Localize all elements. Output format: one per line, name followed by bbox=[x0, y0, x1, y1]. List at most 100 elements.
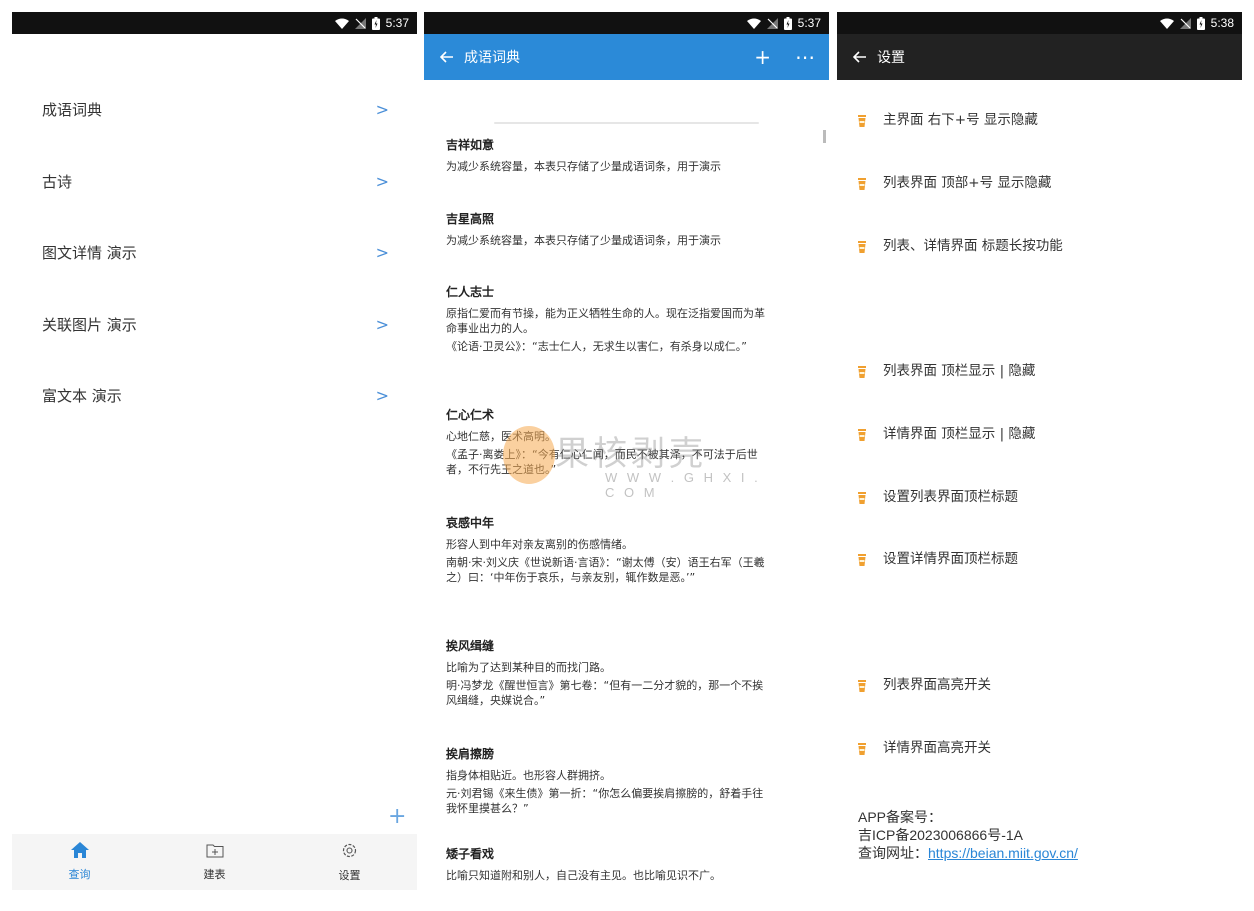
list-item[interactable]: 哀感中年 形容人到中年对亲友离别的伤感情绪。 南朝·宋·刘义庆《世说新语·言语》… bbox=[446, 514, 829, 637]
back-arrow-icon[interactable] bbox=[439, 47, 462, 68]
cup-icon bbox=[857, 551, 867, 566]
add-button[interactable]: + bbox=[388, 806, 406, 828]
scrollbar[interactable] bbox=[823, 130, 826, 143]
setting-item-detail-highlight[interactable]: 详情界面高亮开关 bbox=[857, 736, 991, 756]
page-title[interactable]: 成语词典 bbox=[464, 47, 730, 67]
menu-item-rich-text-demo[interactable]: 富文本 演示 > bbox=[12, 360, 417, 432]
idiom-meaning: 比喻为了达到某种目的而找门路。 bbox=[446, 661, 611, 674]
chevron-right-icon: > bbox=[375, 314, 389, 334]
no-signal-icon bbox=[766, 17, 778, 29]
idiom-list: 吉祥如意 为减少系统容量，本表只存储了少量成语词条，用于演示 吉星高照 为减少系… bbox=[424, 124, 829, 890]
battery-icon bbox=[1196, 16, 1205, 30]
page-title: 设置 bbox=[877, 50, 905, 66]
beian-number: 吉ICP备2023006866号-1A bbox=[858, 827, 1023, 843]
nav-tab-query[interactable]: 查询 bbox=[12, 834, 147, 890]
idiom-source: 南朝·宋·刘义庆《世说新语·言语》：“谢太傅（安）语王右军（王羲之）曰：‘中年伤… bbox=[446, 556, 765, 584]
idiom-name: 仁人志士 bbox=[446, 285, 495, 299]
back-arrow-icon[interactable] bbox=[852, 47, 875, 68]
setting-label: 详情界面高亮开关 bbox=[883, 740, 991, 756]
setting-item-detail-topbar-toggle[interactable]: 详情界面 顶栏显示 | 隐藏 bbox=[857, 422, 1035, 442]
nav-tab-build-table[interactable]: 建表 bbox=[147, 834, 282, 890]
beian-label: APP备案号： bbox=[858, 809, 943, 825]
idiom-name: 吉祥如意 bbox=[446, 138, 495, 152]
idiom-meaning: 形容人到中年对亲友离别的伤感情绪。 bbox=[446, 538, 633, 551]
nav-label: 查询 bbox=[68, 868, 91, 881]
app-bar: 成语词典 + ⋯ bbox=[424, 34, 829, 80]
setting-item-home-plus-toggle[interactable]: 主界面 右下+号 显示隐藏 bbox=[857, 108, 1038, 128]
idiom-name: 矮子看戏 bbox=[446, 847, 495, 861]
no-signal-icon bbox=[354, 17, 366, 29]
setting-label: 设置详情界面顶栏标题 bbox=[883, 551, 1018, 567]
status-bar: 5:38 bbox=[837, 12, 1242, 34]
status-time: 5:38 bbox=[1210, 16, 1234, 30]
setting-label: 详情界面 顶栏显示 | 隐藏 bbox=[883, 426, 1036, 442]
idiom-name: 挨风缉缝 bbox=[446, 639, 495, 653]
add-icon[interactable]: + bbox=[754, 47, 771, 67]
status-bar: 5:37 bbox=[12, 12, 417, 34]
cup-icon bbox=[857, 238, 867, 253]
idiom-source: 《论语·卫灵公》：“志士仁人，无求生以害仁，有杀身以成仁。” bbox=[446, 340, 747, 353]
idiom-name: 吉星高照 bbox=[446, 212, 495, 226]
cup-icon bbox=[857, 677, 867, 692]
menu-item-ancient-poems[interactable]: 古诗 > bbox=[12, 146, 417, 218]
nav-label: 设置 bbox=[338, 868, 361, 882]
no-signal-icon bbox=[1179, 17, 1191, 29]
idiom-meaning: 为减少系统容量，本表只存储了少量成语词条，用于演示 bbox=[446, 160, 721, 173]
cup-icon bbox=[857, 363, 867, 378]
setting-item-list-highlight[interactable]: 列表界面高亮开关 bbox=[857, 673, 991, 693]
cup-icon bbox=[857, 426, 867, 441]
list-item[interactable]: 吉星高照 为减少系统容量，本表只存储了少量成语词条，用于演示 bbox=[446, 210, 829, 283]
battery-icon bbox=[371, 16, 380, 30]
menu-item-linked-image-demo[interactable]: 关联图片 演示 > bbox=[12, 289, 417, 361]
nav-label: 建表 bbox=[203, 867, 226, 881]
menu-item-label: 关联图片 演示 bbox=[42, 315, 137, 334]
beian-info: APP备案号： 吉ICP备2023006866号-1A 查询网址：https:/… bbox=[858, 808, 1078, 862]
idiom-source: 元·刘君锡《来生债》第一折：“你怎么偏要挨肩擦膀的，舒着手往我怀里摸甚么？” bbox=[446, 787, 764, 815]
idiom-name: 挨肩擦膀 bbox=[446, 747, 495, 761]
menu-item-idiom-dictionary[interactable]: 成语词典 > bbox=[12, 74, 417, 146]
cup-icon bbox=[857, 112, 867, 127]
setting-label: 主界面 右下+号 显示隐藏 bbox=[883, 112, 1038, 128]
idiom-source: 《孟子·离娄上》：“今有仁心仁闻，而民不被其泽，不可法于后世者，不行先王之道也。… bbox=[446, 448, 758, 476]
setting-item-list-topbar-toggle[interactable]: 列表界面 顶栏显示 | 隐藏 bbox=[857, 359, 1035, 379]
list-item[interactable]: 吉祥如意 为减少系统容量，本表只存储了少量成语词条，用于演示 bbox=[446, 136, 829, 210]
bottom-nav: 查询 建表 设置 bbox=[12, 834, 417, 890]
chevron-right-icon: > bbox=[375, 171, 389, 191]
menu-list: 成语词典 > 古诗 > 图文详情 演示 > 关联图片 演示 > 富文本 演示 > bbox=[12, 74, 417, 432]
beian-url-link[interactable]: https://beian.miit.gov.cn/ bbox=[928, 845, 1078, 861]
chevron-right-icon: > bbox=[375, 243, 389, 263]
add-table-icon bbox=[206, 843, 224, 862]
list-item[interactable]: 仁人志士 原指仁爱而有节操，能为正义牺牲生命的人。现在泛指爱国而为革命事业出力的… bbox=[446, 283, 829, 406]
list-item[interactable]: 挨风缉缝 比喻为了达到某种目的而找门路。 明·冯梦龙《醒世恒言》第七卷：“但有一… bbox=[446, 637, 829, 745]
list-item[interactable]: 矮子看戏 比喻只知道附和别人，自己没有主见。也比喻见识不广。 bbox=[446, 845, 829, 890]
wifi-icon bbox=[1159, 18, 1174, 29]
setting-item-list-title[interactable]: 设置列表界面顶栏标题 bbox=[857, 485, 1018, 505]
status-time: 5:37 bbox=[385, 16, 409, 30]
idiom-name: 哀感中年 bbox=[446, 516, 495, 530]
idiom-meaning: 指身体相贴近。也形容人群拥挤。 bbox=[446, 769, 611, 782]
menu-item-image-text-demo[interactable]: 图文详情 演示 > bbox=[12, 217, 417, 289]
wifi-icon bbox=[334, 18, 349, 29]
menu-item-label: 成语词典 bbox=[42, 101, 103, 120]
idiom-name: 仁心仁术 bbox=[446, 408, 495, 422]
cup-icon bbox=[857, 740, 867, 755]
gear-icon bbox=[341, 842, 358, 863]
cup-icon bbox=[857, 489, 867, 504]
setting-item-detail-title[interactable]: 设置详情界面顶栏标题 bbox=[857, 547, 1018, 567]
status-time: 5:37 bbox=[797, 16, 821, 30]
idiom-list-screen: 5:37 成语词典 + ⋯ 吉祥如意 为减少系统容量，本表只存储了少量成语词条，… bbox=[424, 12, 829, 890]
more-icon[interactable]: ⋯ bbox=[795, 47, 815, 67]
setting-item-list-plus-toggle[interactable]: 列表界面 顶部+号 显示隐藏 bbox=[857, 171, 1051, 191]
list-item[interactable]: 挨肩擦膀 指身体相贴近。也形容人群拥挤。 元·刘君锡《来生债》第一折：“你怎么偏… bbox=[446, 745, 829, 845]
idiom-meaning: 心地仁慈，医术高明。 bbox=[446, 430, 556, 443]
status-bar: 5:37 bbox=[424, 12, 829, 34]
menu-item-label: 图文详情 演示 bbox=[42, 244, 137, 263]
cup-icon bbox=[857, 175, 867, 190]
settings-screen: 5:38 设置 主界面 右下+号 显示隐藏 列表界面 顶部+号 显示隐藏 列表、… bbox=[837, 12, 1242, 890]
setting-label: 列表界面 顶部+号 显示隐藏 bbox=[883, 175, 1052, 191]
setting-item-title-long-press[interactable]: 列表、详情界面 标题长按功能 bbox=[857, 234, 1063, 254]
idiom-meaning: 为减少系统容量，本表只存储了少量成语词条，用于演示 bbox=[446, 234, 721, 247]
list-item[interactable]: 仁心仁术 心地仁慈，医术高明。 《孟子·离娄上》：“今有仁心仁闻，而民不被其泽，… bbox=[446, 406, 829, 514]
nav-tab-settings[interactable]: 设置 bbox=[282, 834, 417, 890]
menu-item-label: 古诗 bbox=[42, 172, 73, 191]
